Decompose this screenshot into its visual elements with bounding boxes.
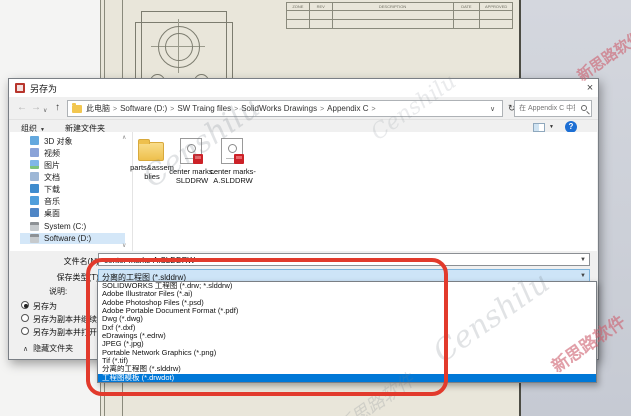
filename-input[interactable] xyxy=(102,255,562,265)
breadcrumb-separator: > xyxy=(167,106,177,113)
sidebar-item-downloads[interactable]: 下载 xyxy=(20,183,125,194)
solidworks-cube-icon xyxy=(193,154,203,164)
browse-area: 3D 对象 视频 图片 文档 下载 音乐 桌面 System (C:) Soft… xyxy=(10,132,597,251)
savetype-caret-icon[interactable]: ▼ xyxy=(580,273,586,279)
folder-icon xyxy=(72,105,82,113)
drive-icon xyxy=(30,222,39,231)
divider xyxy=(132,132,133,251)
3d-objects-icon xyxy=(30,136,39,145)
breadcrumb-item[interactable]: Software (D:) xyxy=(120,104,167,113)
downloads-icon xyxy=(30,184,39,193)
breadcrumb-separator: > xyxy=(317,106,327,113)
breadcrumb-separator: > xyxy=(369,106,379,113)
breadcrumb-item[interactable]: Appendix C xyxy=(327,104,368,113)
sidebar-item-desktop[interactable]: 桌面 xyxy=(20,207,125,218)
close-icon[interactable]: × xyxy=(583,81,597,95)
col-approved: APPROVED xyxy=(479,3,512,10)
col-date: DATE xyxy=(453,3,480,10)
search-box[interactable] xyxy=(514,100,592,117)
address-chevron-icon[interactable]: ∨ xyxy=(490,105,495,113)
collapse-icon: ∧ xyxy=(23,346,33,353)
breadcrumb-item[interactable]: SW Traing files xyxy=(177,104,231,113)
search-input[interactable] xyxy=(517,102,577,115)
view-caret-icon[interactable]: ▼ xyxy=(549,124,554,130)
dropdown-option[interactable]: Adobe Illustrator Files (*.ai) xyxy=(98,290,596,298)
col-description: DESCRIPTION xyxy=(332,3,453,10)
dropdown-option-highlighted[interactable]: 工程图模板 (*.drwdot) xyxy=(98,374,596,382)
filename-field[interactable]: ▼ xyxy=(98,253,590,266)
revision-row xyxy=(287,10,512,19)
pictures-icon xyxy=(30,160,39,169)
revision-table-header: ZONE REV DESCRIPTION DATE APPROVED xyxy=(287,3,512,10)
dropdown-option[interactable]: Dxf (*.dxf) xyxy=(98,324,596,332)
sidebar-item-videos[interactable]: 视频 xyxy=(20,147,125,158)
dropdown-option[interactable]: 分离的工程图 (*.slddrw) xyxy=(98,365,596,373)
radio-save-copy-open-label[interactable]: 另存为副本并打开 xyxy=(33,327,97,338)
savetype-label: 保存类型(T): xyxy=(29,272,101,283)
sidebar-item-system-c[interactable]: System (C:) xyxy=(20,221,125,232)
revision-row xyxy=(287,19,512,28)
solidworks-cube-icon xyxy=(234,154,244,164)
folder-icon xyxy=(138,142,164,161)
sidebar-item-3d-objects[interactable]: 3D 对象 xyxy=(20,135,125,146)
history-chevron-icon[interactable]: ∨ xyxy=(43,105,47,117)
sidebar-item-software-d[interactable]: Software (D:) xyxy=(20,233,125,244)
cad-circle-inner xyxy=(165,33,193,61)
slddrw-file-icon xyxy=(180,138,202,164)
forward-icon[interactable]: → xyxy=(31,102,41,114)
dropdown-option[interactable]: Tif (*.tif) xyxy=(98,357,596,365)
scroll-down-icon[interactable]: ∨ xyxy=(122,242,126,249)
sidebar-item-music[interactable]: 音乐 xyxy=(20,195,125,206)
sidebar-item-documents[interactable]: 文档 xyxy=(20,171,125,182)
back-icon[interactable]: ← xyxy=(17,102,27,114)
dropdown-option[interactable]: Adobe Photoshop Files (*.psd) xyxy=(98,299,596,307)
breadcrumb[interactable]: 此电脑>Software (D:)>SW Traing files>SolidW… xyxy=(86,103,379,116)
filename-caret-icon[interactable]: ▼ xyxy=(580,257,586,263)
dropdown-option[interactable]: JPEG (*.jpg) xyxy=(98,340,596,348)
up-icon[interactable]: ↑ xyxy=(55,102,60,114)
divider xyxy=(9,119,598,120)
radio-save-copy-open[interactable] xyxy=(21,327,29,335)
solidworks-icon xyxy=(15,83,25,93)
file-label: center marks.SLDDRW xyxy=(169,168,215,185)
description-label: 说明: xyxy=(49,286,67,297)
dropdown-option[interactable]: Portable Network Graphics (*.png) xyxy=(98,349,596,357)
address-bar[interactable]: 此电脑>Software (D:)>SW Traing files>SolidW… xyxy=(67,100,503,117)
breadcrumb-item[interactable]: 此电脑 xyxy=(86,104,110,113)
hide-folders-button[interactable]: ∧隐藏文件夹 xyxy=(23,343,73,354)
music-icon xyxy=(30,196,39,205)
videos-icon xyxy=(30,148,39,157)
radio-save-as-label[interactable]: 另存为 xyxy=(33,301,57,312)
radio-save-copy-continue-label[interactable]: 另存为副本并继续 xyxy=(33,314,97,325)
radio-save-copy-continue[interactable] xyxy=(21,314,29,322)
desktop-icon xyxy=(30,208,39,217)
view-options-icon[interactable] xyxy=(533,123,545,132)
slddrw-file-icon xyxy=(221,138,243,164)
drive-icon xyxy=(30,234,39,243)
radio-save-as[interactable] xyxy=(21,301,29,309)
col-zone: ZONE xyxy=(287,3,309,10)
search-icon xyxy=(581,105,587,111)
revision-table: ZONE REV DESCRIPTION DATE APPROVED xyxy=(286,2,513,29)
dialog-title: 另存为 xyxy=(30,82,57,95)
breadcrumb-separator: > xyxy=(231,106,241,113)
filename-label: 文件名(N): xyxy=(39,256,101,267)
documents-icon xyxy=(30,172,39,181)
breadcrumb-separator: > xyxy=(110,106,120,113)
dropdown-option[interactable]: SOLIDWORKS 工程图 (*.drw; *.slddrw) xyxy=(98,282,596,290)
breadcrumb-item[interactable]: SolidWorks Drawings xyxy=(241,104,317,113)
dropdown-option[interactable]: eDrawings (*.edrw) xyxy=(98,332,596,340)
dropdown-option[interactable]: Dwg (*.dwg) xyxy=(98,315,596,323)
file-label: center marks-A.SLDDRW xyxy=(210,168,256,185)
sidebar-item-pictures[interactable]: 图片 xyxy=(20,159,125,170)
scroll-up-icon[interactable]: ∧ xyxy=(122,134,126,141)
savetype-dropdown-list[interactable]: SOLIDWORKS 工程图 (*.drw; *.slddrw) Adobe I… xyxy=(97,281,597,383)
dialog-titlebar[interactable]: 另存为 × xyxy=(9,79,598,97)
dropdown-option[interactable]: Adobe Portable Document Format (*.pdf) xyxy=(98,307,596,315)
col-rev: REV xyxy=(309,3,332,10)
